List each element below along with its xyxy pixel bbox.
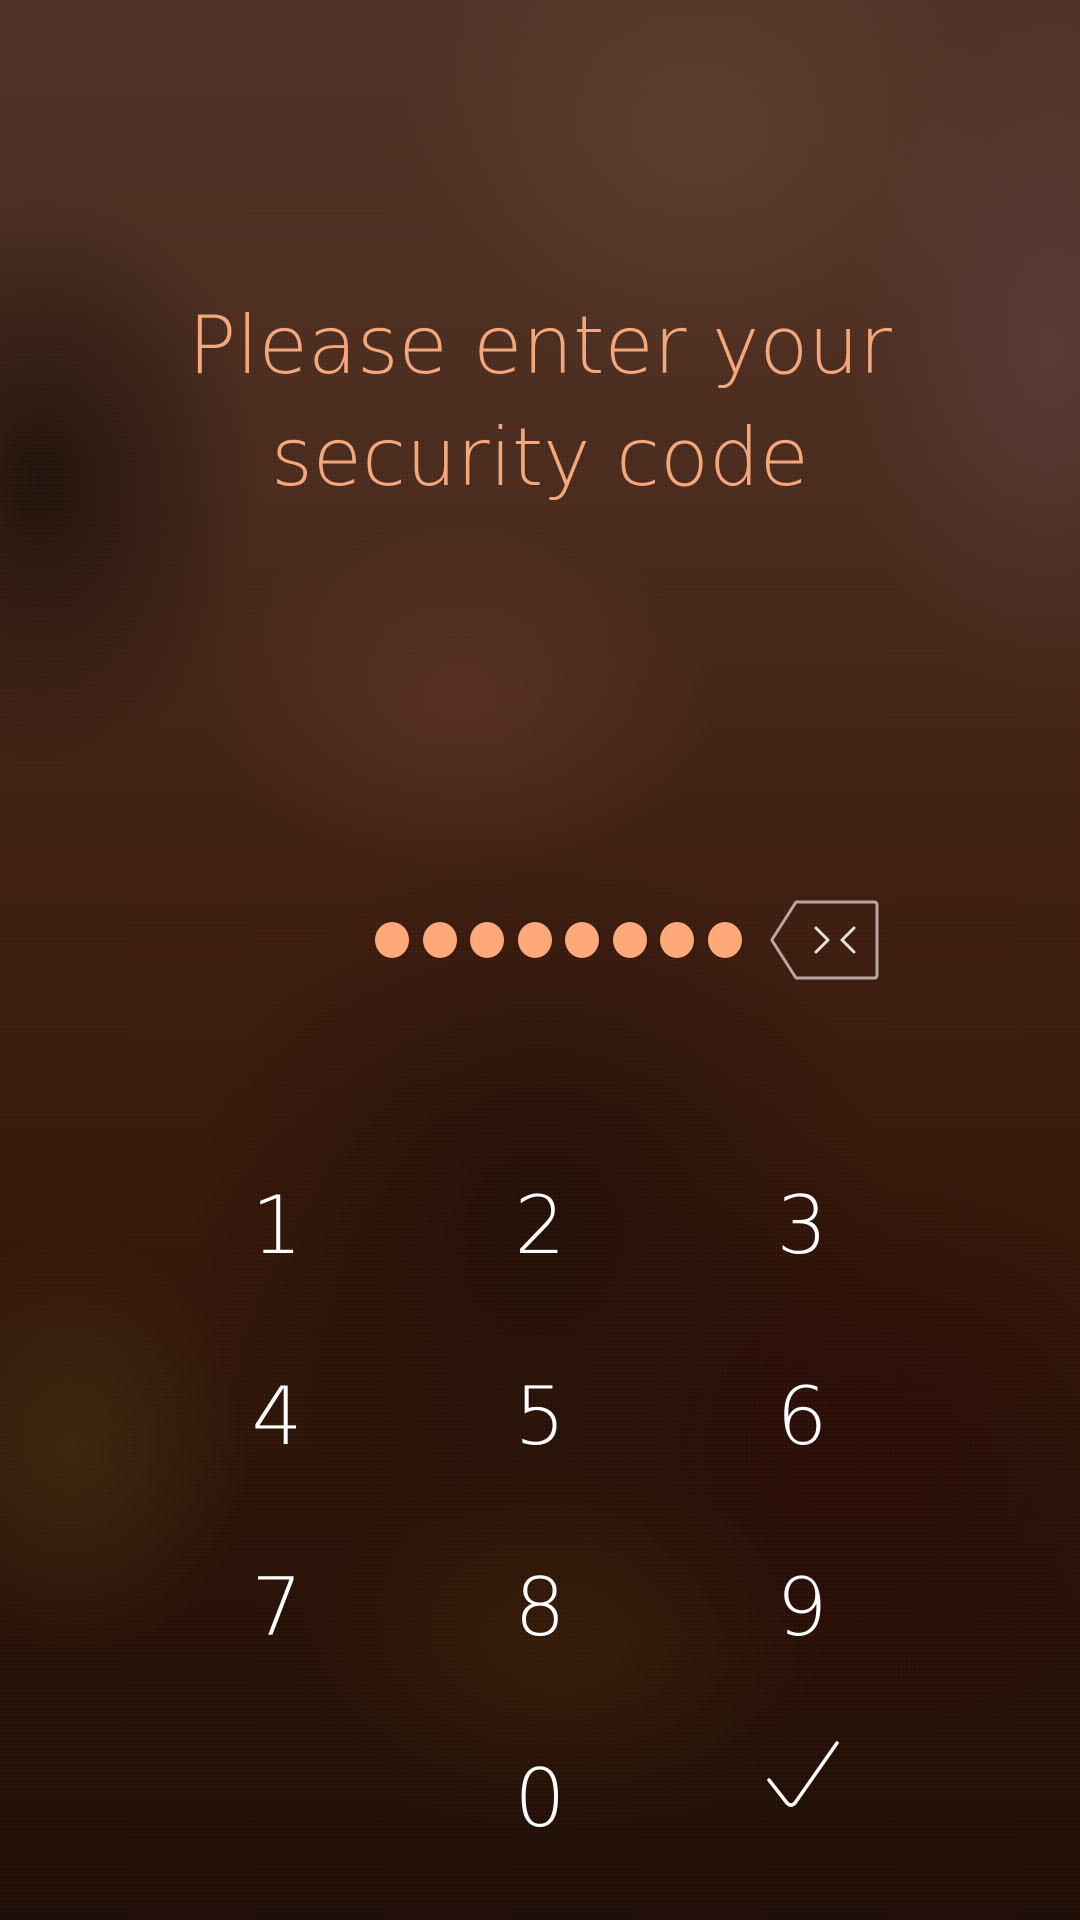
confirm-button[interactable] <box>702 1700 902 1850</box>
key-8[interactable]: 8 <box>440 1532 640 1682</box>
key-2[interactable]: 2 <box>440 1150 640 1300</box>
backspace-icon <box>770 900 879 980</box>
code-dot <box>707 922 742 958</box>
key-9[interactable]: 9 <box>702 1532 902 1682</box>
key-7[interactable]: 7 <box>177 1532 377 1682</box>
key-4[interactable]: 4 <box>177 1341 377 1491</box>
code-dot <box>375 922 409 958</box>
code-dot <box>470 922 504 958</box>
prompt-line-1: Please enter your <box>188 299 892 392</box>
key-5[interactable]: 5 <box>440 1341 640 1491</box>
code-dot <box>612 922 647 958</box>
key-0[interactable]: 0 <box>440 1723 640 1873</box>
prompt-line-2: security code <box>271 411 809 504</box>
code-dot <box>565 922 599 958</box>
security-code-prompt: Please enter your security code <box>0 290 1080 514</box>
backspace-button[interactable] <box>770 900 880 980</box>
checkmark-icon <box>767 1741 839 1807</box>
code-dots <box>375 922 742 958</box>
key-1[interactable]: 1 <box>177 1150 377 1300</box>
key-3[interactable]: 3 <box>702 1150 902 1300</box>
code-dot <box>660 922 694 958</box>
code-dot <box>517 922 552 958</box>
key-6[interactable]: 6 <box>702 1341 902 1491</box>
code-dot <box>422 922 457 958</box>
code-entry-row <box>0 890 1080 990</box>
